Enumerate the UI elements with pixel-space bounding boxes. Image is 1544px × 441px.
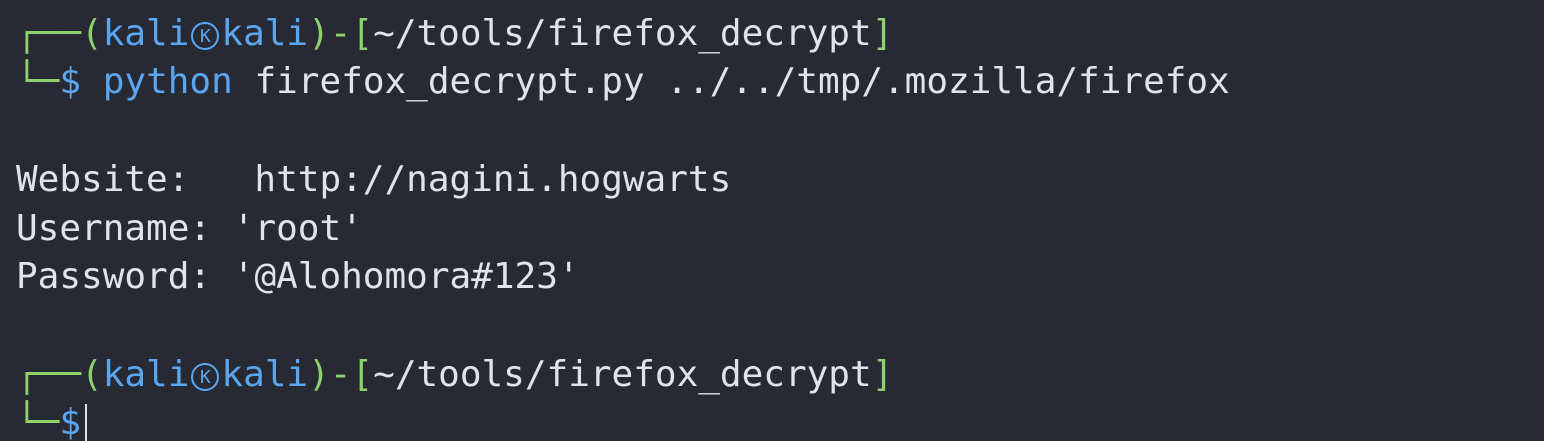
prompt-close: ] xyxy=(871,354,894,395)
prompt-close: ] xyxy=(871,13,894,54)
command-name: python xyxy=(102,61,233,102)
command-line-1: └─$ python firefox_decrypt.py ../../tmp/… xyxy=(16,58,1230,106)
output-username-line: Username: 'root' xyxy=(16,205,363,253)
kali-logo-icon: K xyxy=(191,22,220,50)
prompt-separator: )-[ xyxy=(308,354,374,395)
terminal-window[interactable]: ┌──(kali Kkali)-[~/tools/firefox_decrypt]… xyxy=(0,0,1544,441)
prompt-path: ~/tools/firefox_decrypt xyxy=(373,13,872,54)
prompt-user: kali xyxy=(102,354,190,395)
prompt-host: kali xyxy=(221,13,309,54)
prompt-user: kali xyxy=(102,13,190,54)
prompt-box-top: ┌──( xyxy=(16,13,103,54)
prompt-header-1: ┌──(kali Kkali)-[~/tools/firefox_decrypt] xyxy=(16,10,893,58)
prompt-path: ~/tools/firefox_decrypt xyxy=(373,354,872,395)
command-line-2[interactable]: └─$ xyxy=(16,399,88,441)
prompt-dollar: $ xyxy=(59,402,82,441)
kali-logo-icon: K xyxy=(191,363,220,391)
text-cursor xyxy=(85,404,88,441)
username-label: Username: xyxy=(16,208,212,249)
website-value: http://nagini.hogwarts xyxy=(254,159,732,200)
prompt-host: kali xyxy=(221,354,309,395)
output-website-line: Website: http://nagini.hogwarts xyxy=(16,156,731,204)
password-label: Password: xyxy=(16,256,212,297)
username-value: 'root' xyxy=(232,208,363,249)
prompt-dollar: $ xyxy=(59,61,82,102)
prompt-box-bottom: └─ xyxy=(16,402,60,441)
prompt-header-2: ┌──(kali Kkali)-[~/tools/firefox_decrypt] xyxy=(16,351,893,399)
output-password-line: Password: '@Alohomora#123' xyxy=(16,253,580,301)
password-value: '@Alohomora#123' xyxy=(232,256,580,297)
prompt-box-top: ┌──( xyxy=(16,354,103,395)
website-label: Website: xyxy=(16,159,190,200)
prompt-box-bottom: └─ xyxy=(16,61,60,102)
prompt-separator: )-[ xyxy=(308,13,374,54)
command-args: firefox_decrypt.py ../../tmp/.mozilla/fi… xyxy=(232,61,1230,102)
